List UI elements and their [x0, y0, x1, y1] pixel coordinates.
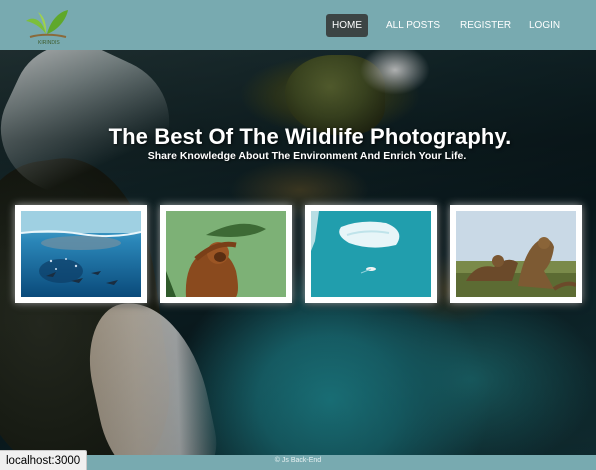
gallery-card-iguanas[interactable]	[450, 205, 582, 303]
gallery-card-underwater[interactable]	[15, 205, 147, 303]
nav-home-link[interactable]: HOME	[326, 14, 368, 37]
logo-text: KIRINDIS	[38, 40, 60, 46]
gallery-card-orangutan[interactable]	[160, 205, 292, 303]
footer: © Js Back-End	[0, 455, 596, 470]
orangutan-photo	[166, 211, 286, 297]
hero-subtitle: Share Knowledge About The Environment An…	[147, 150, 467, 162]
iguanas-photo	[456, 211, 576, 297]
underwater-photo	[21, 211, 141, 297]
hero-title: The Best Of The Wildlife Photography.	[108, 124, 512, 149]
footer-copyright: © Js Back-End	[274, 457, 322, 464]
iceberg-photo	[311, 211, 431, 297]
gallery-card-iceberg[interactable]	[305, 205, 437, 303]
browser-status-url: localhost:3000	[0, 450, 88, 470]
nav-all-posts-link[interactable]: ALL POSTS	[380, 14, 446, 37]
navbar: KIRINDIS HOME ALL POSTS REGISTER LOGIN	[0, 0, 596, 50]
nav-register-link[interactable]: REGISTER	[454, 14, 517, 37]
nav-login-link[interactable]: LOGIN	[523, 14, 566, 37]
